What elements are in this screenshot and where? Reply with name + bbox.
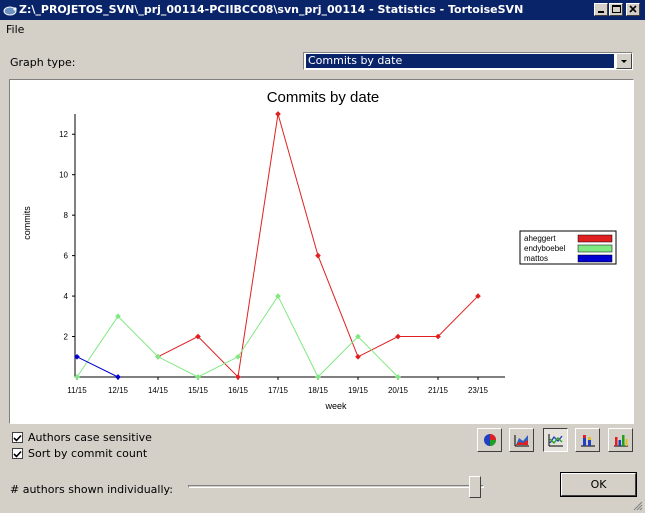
graph-area: Commits by date week commits 2 4 6 8 10 12 11/… (9, 79, 634, 424)
bar-chart-button[interactable] (608, 428, 633, 452)
area-chart-icon (514, 435, 529, 447)
x-tick-label: 19/15 (348, 386, 369, 395)
x-tick-label: 12/15 (108, 386, 129, 395)
tortoisesvn-icon (3, 6, 17, 16)
pie-chart-icon (484, 434, 496, 446)
authors-shown-label: # authors shown individually: (10, 483, 173, 496)
x-tick-label: 16/15 (228, 386, 249, 395)
legend-swatch-aheggert (577, 234, 613, 243)
series-line-aheggert (157, 113, 479, 379)
close-icon (629, 5, 637, 13)
y-tick-label: 12 (59, 130, 68, 139)
line-chart-icon (548, 434, 563, 447)
data-point-endyboebel (195, 374, 201, 380)
minimize-button[interactable] (594, 3, 608, 16)
x-tick-label: 23/15 (468, 386, 489, 395)
x-tick-label: 20/15 (388, 386, 409, 395)
series-line-mattos (76, 356, 119, 378)
authors-case-sensitive-label: Authors case sensitive (28, 431, 152, 444)
dropdown-button[interactable] (616, 53, 632, 69)
checkmark-icon (13, 450, 22, 458)
authors-case-sensitive-checkbox[interactable] (12, 432, 23, 443)
data-point-aheggert (395, 333, 401, 340)
y-tick-label: 4 (64, 292, 69, 301)
sort-by-commit-count-checkbox[interactable] (12, 448, 23, 459)
minimize-icon (598, 11, 604, 13)
line-chart-button[interactable] (543, 428, 568, 452)
ok-button[interactable]: OK (561, 473, 636, 496)
x-axis-label: week (324, 401, 347, 411)
data-point-aheggert (355, 353, 361, 360)
window-title: Z:\_PROJETOS_SVN\_prj_00114-PCIIBCC08\sv… (19, 3, 524, 16)
legend-swatch-mattos (577, 254, 613, 263)
title-bar[interactable]: Z:\_PROJETOS_SVN\_prj_00114-PCIIBCC08\sv… (0, 0, 645, 20)
data-point-mattos (115, 374, 121, 380)
area-chart-button[interactable] (509, 428, 534, 452)
y-tick-label: 10 (59, 171, 68, 180)
close-button[interactable] (626, 3, 640, 16)
graph-type-select[interactable]: Commits by date (303, 52, 633, 70)
chevron-down-icon (621, 60, 627, 63)
authors-slider-track[interactable] (188, 485, 484, 488)
x-tick-label: 14/15 (148, 386, 169, 395)
legend-label-endyboebel: endyboebel (524, 244, 566, 253)
resize-grip-icon[interactable] (633, 501, 643, 511)
x-tick-label: 11/15 (67, 386, 87, 395)
x-tick-label: 21/15 (428, 386, 449, 395)
authors-slider-thumb[interactable] (469, 476, 481, 498)
y-axis-label: commits (22, 206, 32, 240)
pie-chart-button[interactable] (477, 428, 502, 452)
data-point-aheggert (315, 252, 321, 259)
legend-label-mattos: mattos (524, 254, 548, 263)
y-tick-label: 6 (64, 252, 69, 261)
x-tick-label: 18/15 (308, 386, 329, 395)
bar-chart-icon (614, 435, 628, 447)
legend-swatch-endyboebel (577, 244, 613, 253)
graph-type-label: Graph type: (10, 56, 76, 69)
commits-chart: Commits by date week commits 2 4 6 8 10 12 11/… (22, 89, 617, 411)
checkmark-icon (13, 434, 22, 442)
menu-file[interactable]: File (6, 23, 24, 36)
sort-by-commit-count-label: Sort by commit count (28, 447, 148, 460)
x-tick-label: 17/15 (268, 386, 289, 395)
data-point-endyboebel (235, 353, 241, 360)
maximize-button[interactable] (609, 3, 623, 16)
data-point-endyboebel (275, 293, 281, 299)
graph-type-value: Commits by date (306, 54, 614, 68)
legend-label-aheggert: aheggert (524, 234, 556, 243)
stacked-bar-chart-icon (581, 435, 595, 447)
data-point-aheggert (275, 111, 281, 117)
chart-title: Commits by date (267, 89, 380, 106)
stacked-bar-chart-button[interactable] (575, 428, 600, 452)
y-tick-label: 2 (64, 333, 69, 342)
menu-bar: File (0, 20, 645, 39)
y-tick-label: 8 (64, 211, 69, 220)
x-tick-label: 15/15 (188, 386, 209, 395)
maximize-icon (612, 5, 621, 13)
